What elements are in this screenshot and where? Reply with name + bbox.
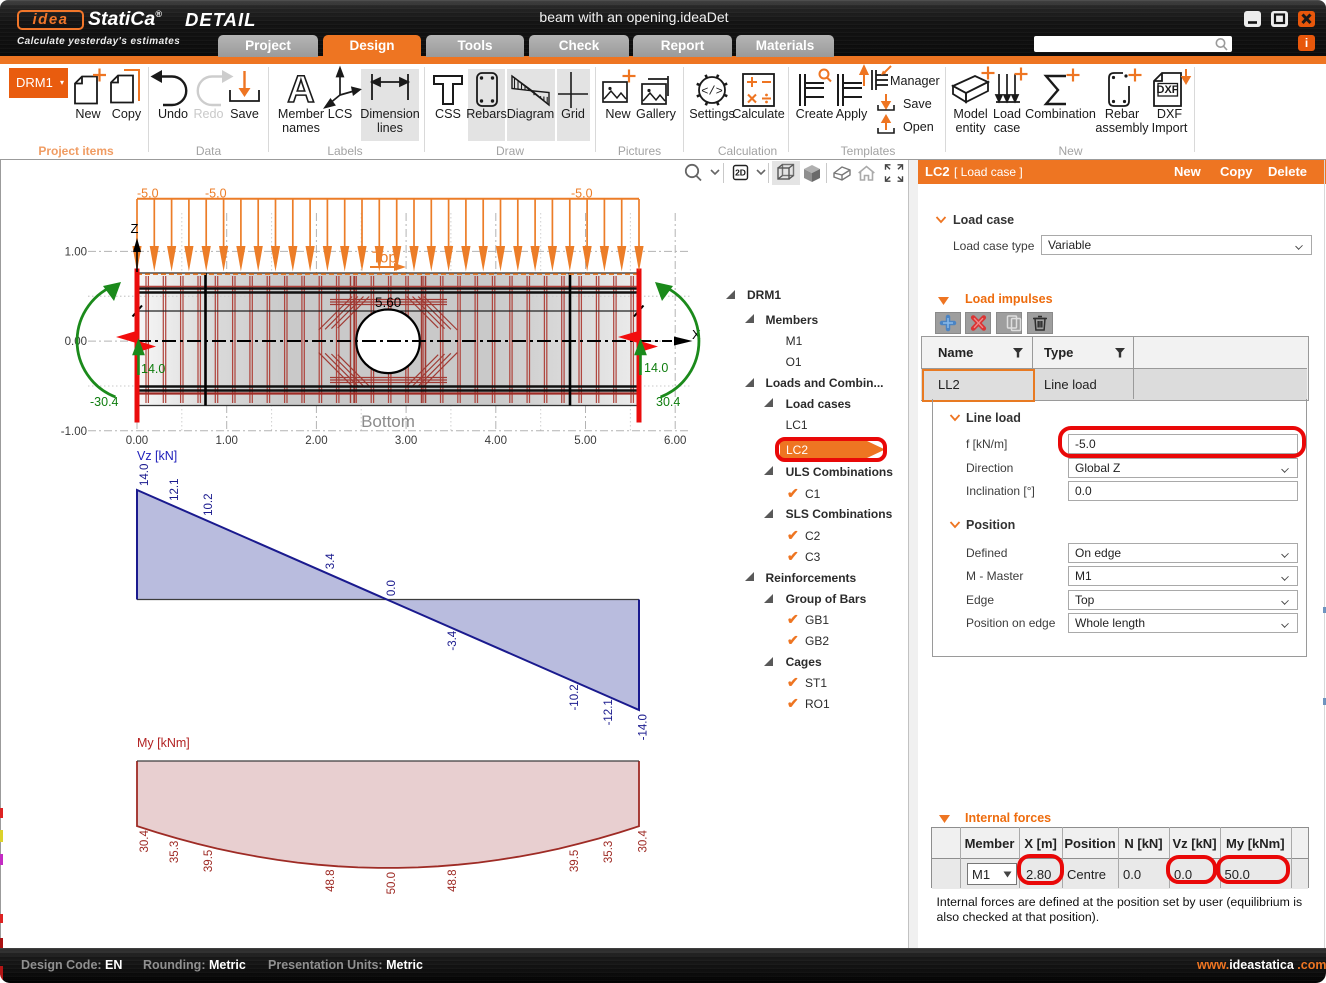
svg-text:2.00: 2.00 [305,435,327,447]
svg-text:50.0: 50.0 [386,872,398,894]
svg-text:39.5: 39.5 [569,850,581,872]
svg-text:6.00: 6.00 [664,435,686,447]
svg-text:30.4: 30.4 [139,830,151,853]
svg-text:10.2: 10.2 [203,494,215,516]
svg-text:DXF: DXF [1157,84,1179,96]
svg-text:12.1: 12.1 [169,479,181,501]
svg-text:0.0: 0.0 [386,580,398,596]
svg-text:30.4: 30.4 [637,830,649,853]
svg-text:4.00: 4.00 [485,435,507,447]
svg-text:48.8: 48.8 [325,870,337,892]
svg-text:-12.1: -12.1 [603,699,615,725]
svg-text:My [kNm]: My [kNm] [137,736,190,750]
svg-text:3.4: 3.4 [325,553,337,570]
svg-text:A: A [287,69,314,111]
svg-text:-3.4: -3.4 [447,630,459,650]
svg-text:48.8: 48.8 [447,870,459,892]
svg-text:-5.0: -5.0 [205,187,227,201]
svg-text:Bottom: Bottom [361,412,415,431]
svg-text:Z: Z [131,221,139,236]
svg-text:3.00: 3.00 [395,435,417,447]
svg-text:5.60: 5.60 [375,295,401,310]
svg-text:35.3: 35.3 [169,841,181,863]
svg-text:-10.2: -10.2 [569,684,581,710]
svg-text:5.00: 5.00 [574,435,596,447]
svg-text:2D: 2D [735,168,746,178]
svg-text:14.0: 14.0 [141,362,165,376]
svg-text:30.4: 30.4 [656,395,680,409]
svg-text:14.0: 14.0 [139,464,151,486]
svg-text:35.3: 35.3 [603,841,615,863]
svg-text:0.00: 0.00 [126,435,148,447]
svg-text:</>: </> [701,85,723,99]
svg-text:1.00: 1.00 [65,246,87,258]
svg-text:-1.00: -1.00 [61,426,87,438]
svg-text:-5.0: -5.0 [137,187,159,201]
svg-text:1.00: 1.00 [216,435,238,447]
svg-text:-5.0: -5.0 [571,187,593,201]
svg-text:14.0: 14.0 [644,361,668,375]
svg-text:Top: Top [372,250,397,267]
svg-text:Vz [kN]: Vz [kN] [137,449,177,463]
svg-text:-14.0: -14.0 [637,714,649,740]
svg-text:39.5: 39.5 [203,850,215,872]
